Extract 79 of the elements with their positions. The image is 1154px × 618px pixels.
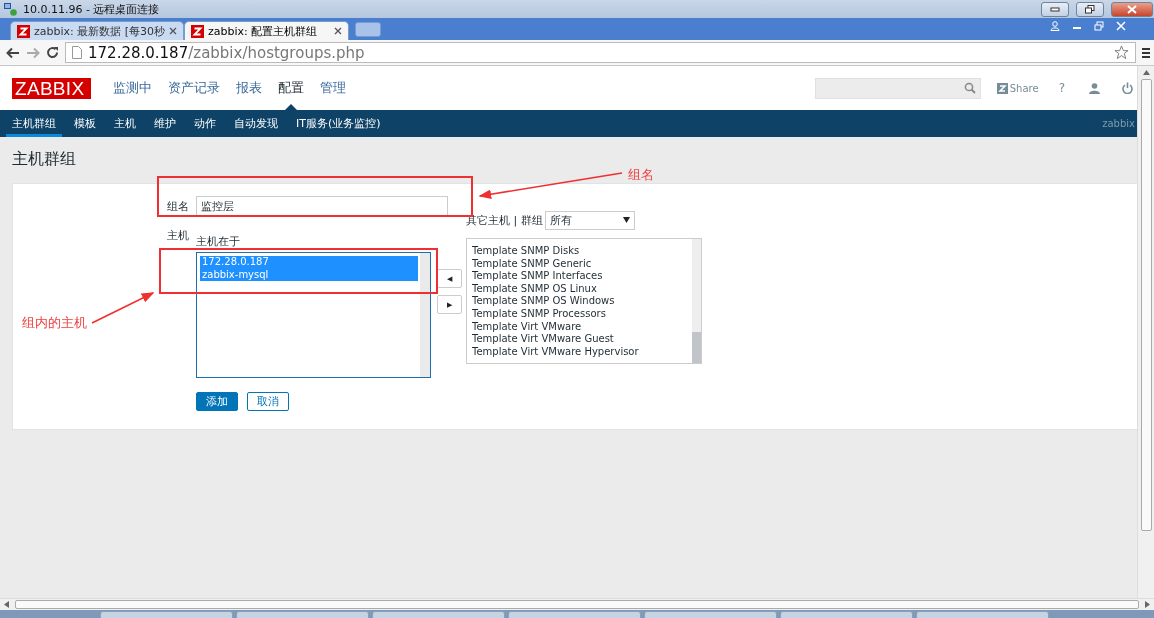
menu-item[interactable]: 报表 — [228, 66, 270, 110]
submenu-item[interactable]: 自动发现 — [228, 110, 284, 137]
page-icon — [72, 46, 82, 59]
menu-item[interactable]: 管理 — [312, 66, 354, 110]
search-field[interactable] — [814, 77, 981, 99]
zabbix-logo: ZABBIX — [12, 77, 91, 99]
scroll-left-icon[interactable] — [4, 601, 9, 608]
help-link[interactable]: ? — [1058, 81, 1065, 95]
taskbar-button[interactable] — [644, 611, 777, 618]
star-icon[interactable] — [1114, 45, 1129, 60]
new-tab-button[interactable] — [355, 22, 382, 37]
restore-button[interactable] — [1076, 1, 1104, 17]
list-option[interactable]: Template SNMP OS Windows — [470, 295, 688, 308]
close-icon[interactable] — [334, 27, 343, 35]
submenu-item[interactable]: 动作 — [188, 110, 222, 137]
taskbar-button[interactable] — [236, 611, 369, 618]
close-icon[interactable] — [169, 27, 178, 35]
field-label: 组名 — [167, 198, 190, 214]
minimize-icon — [1050, 6, 1060, 12]
arrow — [91, 292, 155, 324]
list-option[interactable]: Template SNMP Generic — [470, 257, 688, 271]
share-link[interactable]: Share — [996, 82, 1039, 94]
submenu-item[interactable]: 维护 — [148, 110, 182, 137]
other-host-list[interactable] — [466, 238, 702, 364]
annotation-text: 组内的主机 — [22, 314, 87, 332]
annotation-text: 组名 — [628, 166, 654, 184]
taskbar-button[interactable] — [508, 611, 641, 618]
browser-tab[interactable]: zabbix: 最新数据 [每30秒 — [10, 21, 185, 40]
zabbix-share-icon — [996, 82, 1008, 94]
close-icon — [1127, 4, 1137, 14]
user-name: zabbix — [1102, 118, 1136, 129]
list-option[interactable]: Template SNMP Processors — [470, 307, 688, 321]
submenu-item[interactable]: 主机群组 — [6, 110, 62, 137]
horizontal-scrollbar[interactable] — [0, 598, 1154, 610]
zabbix-logo-icon — [17, 24, 30, 38]
caret-icon — [622, 217, 630, 223]
list-option[interactable]: Template Virt VMware Guest — [470, 333, 688, 346]
list-option[interactable]: Template Virt VMware Hypervisor — [470, 345, 688, 359]
close-button[interactable] — [1111, 1, 1153, 17]
vertical-scrollbar[interactable] — [1137, 66, 1154, 598]
search-icon[interactable] — [963, 82, 976, 94]
address-bar[interactable]: 172.28.0.187/zabbix/hostgroups.php — [65, 42, 1136, 63]
group-name-field[interactable]: 监控层 — [196, 196, 448, 216]
menu-item[interactable]: 配置 — [270, 66, 312, 110]
cancel-button[interactable]: 取消 — [247, 392, 289, 411]
list-caption: 主机在于 — [196, 233, 240, 249]
menu-item[interactable]: 资产记录 — [160, 66, 228, 110]
list-option[interactable]: Template SNMP OS Linux — [470, 282, 688, 296]
power-icon[interactable] — [1122, 82, 1133, 94]
scroll-up-icon[interactable] — [1142, 70, 1150, 75]
list-option[interactable]: Template SNMP Interfaces — [470, 270, 688, 283]
minimize-button[interactable] — [1041, 1, 1069, 17]
submenu-item[interactable]: 模板 — [68, 110, 102, 137]
taskbar-button[interactable] — [100, 611, 233, 618]
list-option[interactable]: Template Virt VMware — [470, 320, 688, 334]
submenu-item[interactable]: 主机 — [108, 110, 142, 137]
menu-item[interactable]: 监测中 — [105, 66, 160, 110]
forward-icon[interactable] — [26, 46, 40, 59]
scrollbar-thumb[interactable] — [692, 332, 701, 363]
menu-icon[interactable] — [1142, 46, 1150, 59]
add-button[interactable]: 添加 — [196, 392, 238, 411]
window-title: 10.0.11.96 - 远程桌面连接 — [23, 1, 160, 17]
browser-tab[interactable]: zabbix: 配置主机群组 — [184, 21, 350, 40]
scroll-right-icon[interactable] — [1145, 601, 1150, 608]
field-label: 主机 — [167, 229, 189, 242]
group-filter-dropdown[interactable]: 所有 — [544, 210, 635, 230]
submenu-item[interactable]: IT服务(业务监控) — [290, 110, 387, 137]
url-text: 172.28.0.187/zabbix/hostgroups.php — [88, 43, 365, 62]
taskbar-button[interactable] — [780, 611, 913, 618]
user-icon[interactable] — [1050, 21, 1060, 31]
reload-icon[interactable] — [46, 46, 59, 59]
list-option[interactable]: Template SNMP Disks — [470, 245, 688, 258]
page-title: 主机群组 — [12, 149, 76, 168]
taskbar-button[interactable] — [916, 611, 1049, 618]
remote-desktop-icon — [4, 2, 17, 16]
taskbar-button[interactable] — [372, 611, 505, 618]
zabbix-logo-icon — [191, 24, 205, 38]
back-icon[interactable] — [6, 46, 20, 59]
user-icon[interactable] — [1089, 82, 1100, 94]
